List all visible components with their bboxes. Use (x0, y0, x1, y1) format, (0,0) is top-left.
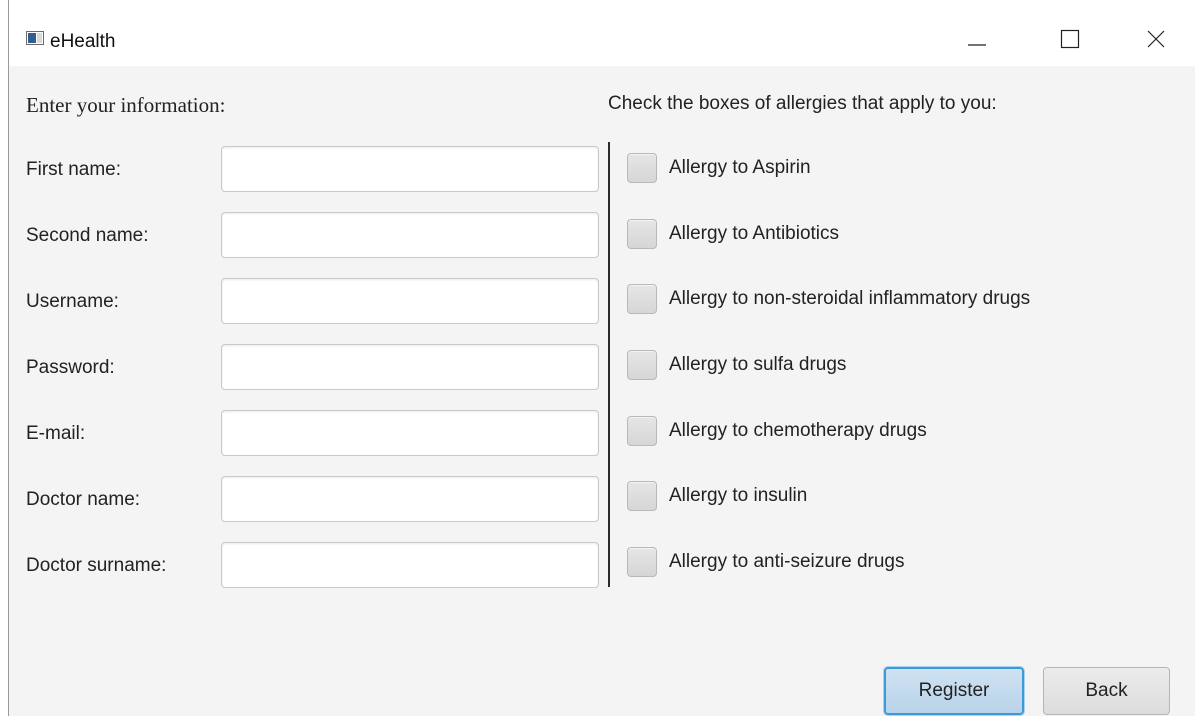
doctor-name-label: Doctor name: (26, 489, 141, 510)
checkbox-box[interactable] (627, 481, 657, 511)
allergy-antibiotics-checkbox[interactable]: Allergy to Antibiotics (627, 219, 839, 249)
allergy-anti-seizure-checkbox[interactable]: Allergy to anti-seizure drugs (627, 547, 905, 577)
allergy-nsaid-checkbox[interactable]: Allergy to non-steroidal inflammatory dr… (627, 284, 1030, 314)
password-input[interactable] (221, 344, 599, 390)
username-input[interactable] (221, 278, 599, 324)
username-label: Username: (26, 291, 119, 312)
minimize-icon (968, 44, 986, 46)
checkbox-box[interactable] (627, 350, 657, 380)
allergy-aspirin-checkbox[interactable]: Allergy to Aspirin (627, 153, 811, 183)
checkbox-box[interactable] (627, 284, 657, 314)
maximize-button[interactable] (1045, 18, 1095, 60)
title-bar[interactable]: eHealth (9, 0, 1195, 66)
vertical-separator (608, 142, 610, 587)
allergies-heading: Check the boxes of allergies that apply … (608, 93, 997, 114)
doctor-name-input[interactable] (221, 476, 599, 522)
minimize-button[interactable] (952, 18, 1002, 60)
first-name-label: First name: (26, 159, 122, 180)
allergy-nsaid-label[interactable]: Allergy to non-steroidal inflammatory dr… (669, 288, 1030, 310)
allergy-sulfa-checkbox[interactable]: Allergy to sulfa drugs (627, 350, 846, 380)
email-label: E-mail: (26, 423, 86, 444)
doctor-surname-label: Doctor surname: (26, 555, 167, 576)
allergy-sulfa-label[interactable]: Allergy to sulfa drugs (669, 354, 846, 376)
close-icon (1147, 30, 1165, 48)
ehealth-window: eHealth Enter your information: Check th… (0, 0, 1195, 716)
registration-panel: Enter your information: Check the boxes … (9, 66, 1195, 716)
info-heading: Enter your information: (26, 93, 226, 117)
allergy-anti-seizure-label[interactable]: Allergy to anti-seizure drugs (669, 551, 905, 573)
checkbox-box[interactable] (627, 416, 657, 446)
allergy-chemotherapy-checkbox[interactable]: Allergy to chemotherapy drugs (627, 416, 927, 446)
register-button[interactable]: Register (884, 667, 1024, 715)
maximize-icon (1060, 29, 1080, 49)
back-button[interactable]: Back (1043, 667, 1170, 715)
second-name-label: Second name: (26, 225, 149, 246)
allergy-chemotherapy-label[interactable]: Allergy to chemotherapy drugs (669, 420, 927, 442)
checkbox-box[interactable] (627, 547, 657, 577)
app-window-icon (26, 31, 44, 45)
allergy-antibiotics-label[interactable]: Allergy to Antibiotics (669, 223, 839, 245)
password-label: Password: (26, 357, 115, 378)
doctor-surname-input[interactable] (221, 542, 599, 588)
allergy-insulin-checkbox[interactable]: Allergy to insulin (627, 481, 807, 511)
allergy-insulin-label[interactable]: Allergy to insulin (669, 485, 807, 507)
first-name-input[interactable] (221, 146, 599, 192)
checkbox-box[interactable] (627, 153, 657, 183)
checkbox-box[interactable] (627, 219, 657, 249)
email-input[interactable] (221, 410, 599, 456)
close-button[interactable] (1131, 18, 1181, 60)
second-name-input[interactable] (221, 212, 599, 258)
allergy-aspirin-label[interactable]: Allergy to Aspirin (669, 157, 811, 179)
window-title: eHealth (50, 31, 116, 52)
